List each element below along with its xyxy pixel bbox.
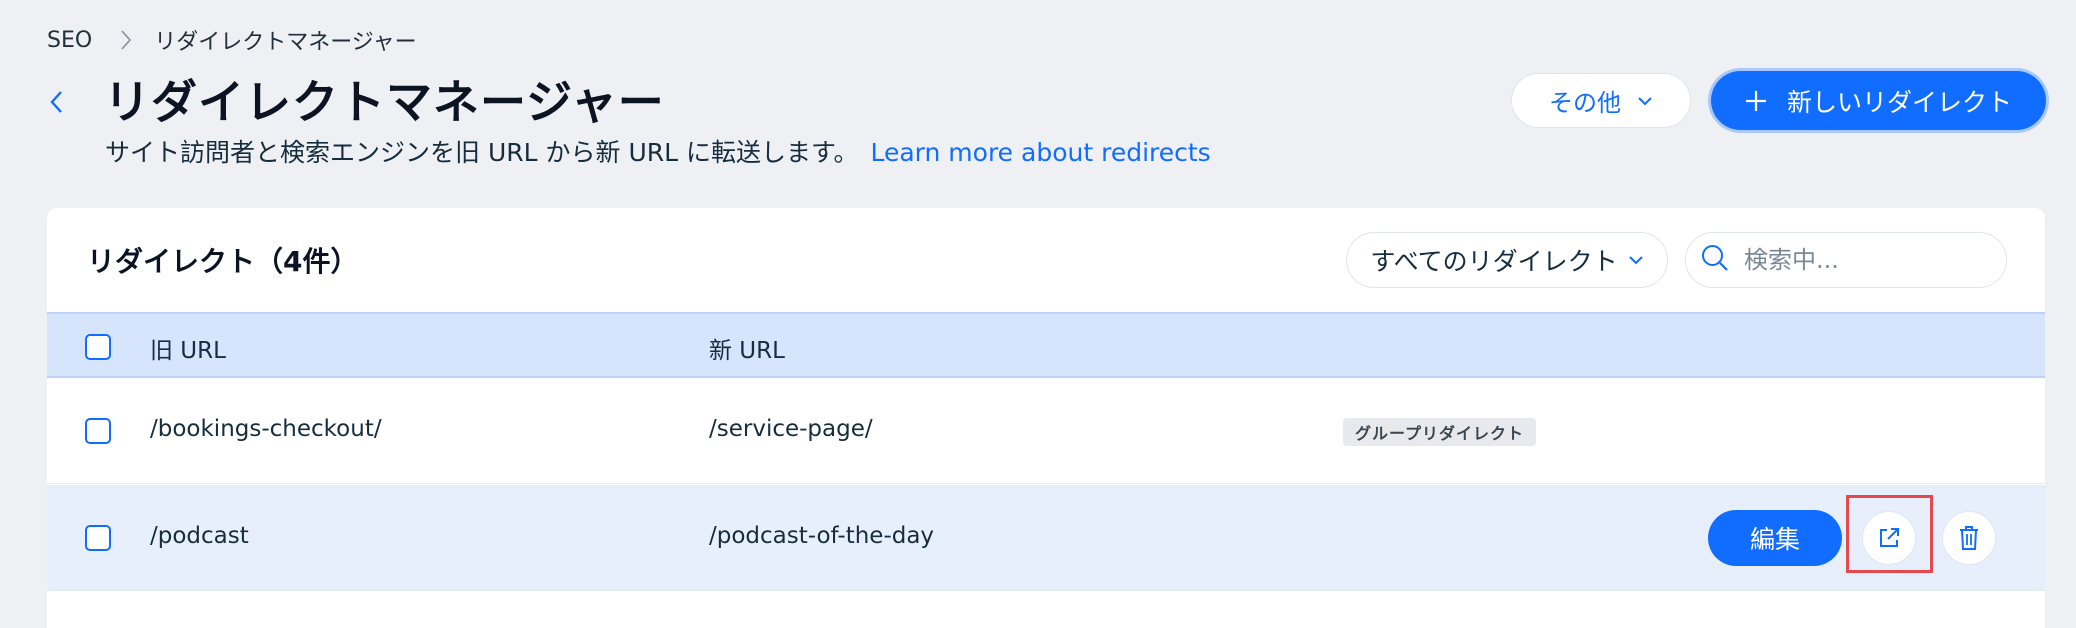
trash-icon [1960, 526, 1978, 550]
redirect-filter-dropdown[interactable]: すべてのリダイレクト [1346, 232, 1668, 288]
chevron-down-icon [1628, 255, 1644, 265]
open-url-button[interactable] [1862, 511, 1916, 565]
table-title: リダイレクト（4件） [87, 245, 359, 278]
column-header-old-url: 旧 URL [150, 338, 226, 364]
chevron-down-icon [1637, 96, 1653, 106]
new-redirect-button[interactable]: 新しいリダイレクト [1711, 71, 2046, 130]
select-all-checkbox[interactable] [85, 334, 111, 360]
breadcrumb: SEO リダイレクトマネージャー [47, 24, 417, 56]
new-url-cell: /service-page/ [709, 416, 873, 442]
search-box[interactable] [1685, 232, 2007, 288]
more-actions-button[interactable]: その他 [1511, 73, 1691, 128]
column-header-new-url: 新 URL [709, 338, 785, 364]
subtitle-text: サイト訪問者と検索エンジンを旧 URL から新 URL に転送します。 [105, 138, 859, 167]
more-actions-label: その他 [1549, 89, 1621, 117]
page-subtitle: サイト訪問者と検索エンジンを旧 URL から新 URL に転送します。 Learn… [105, 133, 1211, 169]
table-header-row: 旧 URL 新 URL [47, 312, 2045, 378]
table-row[interactable]: /bookings-checkout/ /service-page/ グループリ… [47, 378, 2045, 484]
search-icon [1700, 243, 1730, 277]
delete-button[interactable] [1942, 511, 1996, 565]
chevron-left-icon [50, 91, 62, 113]
table-row[interactable]: /podcast /podcast-of-the-day 編集 [47, 485, 2045, 591]
chevron-right-icon [120, 29, 132, 51]
redirects-card: リダイレクト（4件） すべてのリダイレクト 旧 URL 新 URL /booki… [47, 208, 2045, 628]
search-input[interactable] [1742, 245, 1986, 275]
external-link-icon [1880, 528, 1899, 547]
new-redirect-label: 新しいリダイレクト [1786, 87, 2012, 117]
new-url-cell: /podcast-of-the-day [709, 523, 935, 549]
edit-button[interactable]: 編集 [1708, 510, 1842, 566]
old-url-cell: /bookings-checkout/ [150, 416, 382, 442]
plus-icon [1745, 90, 1767, 112]
breadcrumb-current: リダイレクトマネージャー [154, 30, 417, 55]
page-title: リダイレクトマネージャー [104, 75, 665, 129]
breadcrumb-seo-link[interactable]: SEO [47, 28, 92, 53]
filter-value: すべてのリダイレクト [1370, 247, 1618, 276]
old-url-cell: /podcast [150, 523, 249, 549]
row-checkbox[interactable] [85, 525, 111, 551]
row-checkbox[interactable] [85, 418, 111, 444]
learn-more-link[interactable]: Learn more about redirects [870, 138, 1210, 167]
back-button[interactable] [44, 86, 68, 118]
group-redirect-badge: グループリダイレクト [1343, 418, 1537, 446]
